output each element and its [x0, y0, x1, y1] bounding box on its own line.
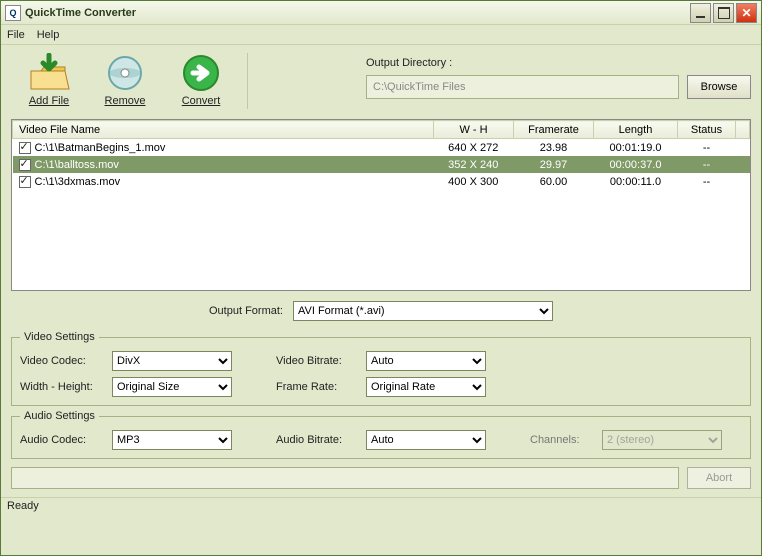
- frame-rate-label: Frame Rate:: [276, 381, 358, 393]
- channels-select: 2 (stereo): [602, 430, 722, 450]
- video-settings-group: Video Settings Video Codec: DivX Video B…: [11, 331, 751, 406]
- col-name[interactable]: Video File Name: [13, 121, 434, 139]
- width-height-label: Width - Height:: [20, 381, 104, 393]
- table-row[interactable]: C:\1\3dxmas.mov 400 X 30060.0000:00:11.0-…: [13, 173, 750, 190]
- maximize-button[interactable]: [713, 3, 734, 23]
- output-format-row: Output Format: AVI Format (*.avi): [1, 301, 761, 321]
- output-directory-section: Output Directory : Browse: [256, 53, 751, 99]
- convert-icon: [179, 53, 223, 93]
- table-row[interactable]: C:\1\BatmanBegins_1.mov 640 X 27223.9800:…: [13, 139, 750, 157]
- output-directory-label: Output Directory :: [366, 57, 751, 69]
- row-status: --: [678, 173, 736, 190]
- toolbar-separator: [247, 53, 248, 109]
- audio-codec-label: Audio Codec:: [20, 434, 104, 446]
- video-bitrate-select[interactable]: Auto: [366, 351, 486, 371]
- close-button[interactable]: [736, 3, 757, 23]
- row-filename: C:\1\BatmanBegins_1.mov: [35, 142, 166, 154]
- col-framerate[interactable]: Framerate: [514, 121, 594, 139]
- row-checkbox[interactable]: [19, 159, 31, 171]
- row-filename: C:\1\balltoss.mov: [35, 159, 119, 171]
- col-wh[interactable]: W - H: [434, 121, 514, 139]
- col-length[interactable]: Length: [594, 121, 678, 139]
- bottom-bar: Abort: [11, 467, 751, 489]
- row-length: 00:00:11.0: [594, 173, 678, 190]
- width-height-select[interactable]: Original Size: [112, 377, 232, 397]
- row-wh: 352 X 240: [434, 156, 514, 173]
- output-format-label: Output Format:: [209, 305, 283, 317]
- output-directory-input[interactable]: [366, 75, 679, 99]
- table-row[interactable]: C:\1\balltoss.mov 352 X 24029.9700:00:37.…: [13, 156, 750, 173]
- row-framerate: 23.98: [514, 139, 594, 157]
- file-table[interactable]: Video File Name W - H Framerate Length S…: [11, 119, 751, 291]
- video-settings-legend: Video Settings: [20, 331, 99, 343]
- minimize-button[interactable]: [690, 3, 711, 23]
- window-controls: [690, 3, 757, 23]
- row-checkbox[interactable]: [19, 142, 31, 154]
- titlebar: QuickTime Converter: [1, 1, 761, 25]
- frame-rate-select[interactable]: Original Rate: [366, 377, 486, 397]
- remove-button[interactable]: Remove: [87, 53, 163, 107]
- menubar: File Help: [1, 25, 761, 45]
- menu-file[interactable]: File: [7, 29, 25, 41]
- row-status: --: [678, 156, 736, 173]
- col-spacer: [736, 121, 750, 139]
- audio-settings-legend: Audio Settings: [20, 410, 99, 422]
- toolbar: Add File Remove Convert Output Directory…: [1, 45, 761, 113]
- row-length: 00:00:37.0: [594, 156, 678, 173]
- row-framerate: 60.00: [514, 173, 594, 190]
- row-wh: 400 X 300: [434, 173, 514, 190]
- output-format-select[interactable]: AVI Format (*.avi): [293, 301, 553, 321]
- row-status: --: [678, 139, 736, 157]
- window-title: QuickTime Converter: [25, 7, 690, 19]
- progress-bar: [11, 467, 679, 489]
- abort-button: Abort: [687, 467, 751, 489]
- remove-icon: [103, 53, 147, 93]
- add-file-button[interactable]: Add File: [11, 53, 87, 107]
- row-wh: 640 X 272: [434, 139, 514, 157]
- add-file-label: Add File: [11, 95, 87, 107]
- menu-help[interactable]: Help: [37, 29, 60, 41]
- remove-label: Remove: [87, 95, 163, 107]
- video-bitrate-label: Video Bitrate:: [276, 355, 358, 367]
- audio-settings-group: Audio Settings Audio Codec: MP3 Audio Bi…: [11, 410, 751, 459]
- row-filename: C:\1\3dxmas.mov: [35, 176, 121, 188]
- row-framerate: 29.97: [514, 156, 594, 173]
- audio-bitrate-label: Audio Bitrate:: [276, 434, 358, 446]
- row-checkbox[interactable]: [19, 176, 31, 188]
- browse-button[interactable]: Browse: [687, 75, 751, 99]
- row-length: 00:01:19.0: [594, 139, 678, 157]
- audio-bitrate-select[interactable]: Auto: [366, 430, 486, 450]
- status-bar: Ready: [1, 497, 761, 517]
- audio-codec-select[interactable]: MP3: [112, 430, 232, 450]
- video-codec-label: Video Codec:: [20, 355, 104, 367]
- convert-label: Convert: [163, 95, 239, 107]
- convert-button[interactable]: Convert: [163, 53, 239, 107]
- video-codec-select[interactable]: DivX: [112, 351, 232, 371]
- app-icon: [5, 5, 21, 21]
- add-file-icon: [27, 53, 71, 93]
- channels-label: Channels:: [530, 434, 594, 446]
- col-status[interactable]: Status: [678, 121, 736, 139]
